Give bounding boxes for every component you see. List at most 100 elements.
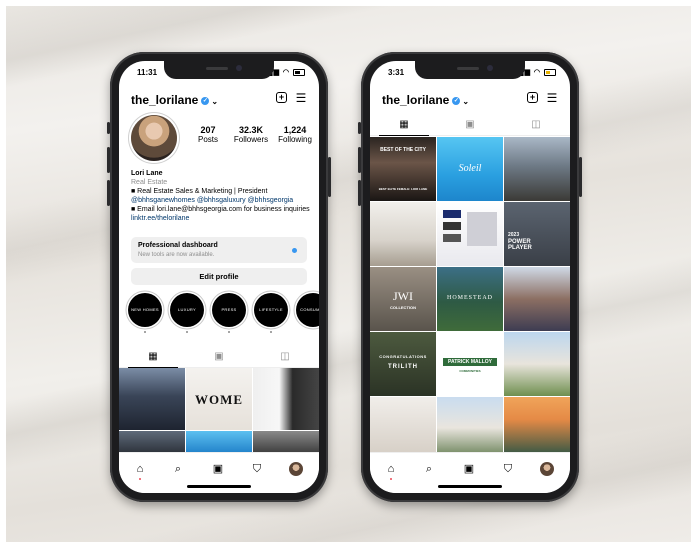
story-highlights: NEW HOMES LUXURY PRESS LIFESTYLE CONSUME…: [119, 293, 319, 333]
username-switcher[interactable]: the_lorilane ✓ ⌄: [131, 93, 218, 107]
notch: [415, 61, 525, 79]
grid-post[interactable]: [119, 368, 185, 430]
grid-post-subtitle: BEST ELITE FEMALE: LORI LANE: [378, 187, 428, 191]
highlight-consumer[interactable]: CONSUMER: [296, 293, 319, 327]
tab-tagged-icon[interactable]: ◫: [277, 351, 293, 362]
notch: [164, 61, 274, 79]
professional-dashboard[interactable]: Professional dashboard New tools are now…: [131, 237, 307, 263]
menu-icon[interactable]: ☰: [295, 92, 307, 104]
notification-dot: [292, 248, 297, 253]
news-clipping: [467, 212, 497, 246]
grid-post[interactable]: 2023 POWER PLAYER: [504, 202, 570, 266]
grid-post[interactable]: [370, 397, 436, 453]
grid-post-title: CONGRATULATIONS: [379, 354, 427, 359]
tab-underline: [379, 134, 429, 136]
verified-icon: ✓: [201, 96, 210, 105]
marble-background: [6, 6, 691, 542]
post-grid: WOME: [119, 368, 319, 454]
reels-icon[interactable]: ▣: [211, 462, 225, 476]
bio-tags[interactable]: @bhhsganewhomes @bhhsgaluxury @bhhsgeorg…: [131, 196, 313, 205]
bio-name: Lori Lane: [131, 170, 163, 177]
phone-right: 3:31 ▂▄▆ ◠ the_lorilane ✓ ⌄ + ☰ ▦ ▣ ◫ BEST…: [358, 52, 582, 502]
screen-right: 3:31 ▂▄▆ ◠ the_lorilane ✓ ⌄ + ☰ ▦ ▣ ◫ BEST…: [370, 61, 570, 493]
stat-posts[interactable]: 207 Posts: [189, 125, 227, 144]
grid-post[interactable]: PATRICK MALLOY COMMUNITIES: [437, 332, 503, 396]
grid-post[interactable]: [186, 431, 252, 454]
home-indicator: [187, 485, 251, 488]
highlight-lifestyle[interactable]: LIFESTYLE: [254, 293, 288, 327]
grid-post-subtitle: TRILITH: [388, 364, 418, 370]
highlight-luxury[interactable]: LUXURY: [170, 293, 204, 327]
grid-post[interactable]: HOMESTEAD: [437, 267, 503, 331]
profile-stats: 207 Posts 32.3K Followers 1,224 Following: [189, 125, 314, 151]
home-icon[interactable]: ⌂: [384, 462, 398, 476]
grid-post[interactable]: BEST OF THE CITY BEST ELITE FEMALE: LORI…: [370, 137, 436, 201]
bio-category: Real Estate: [131, 179, 168, 186]
search-icon[interactable]: ⌕: [171, 462, 185, 476]
create-post-icon[interactable]: +: [527, 92, 538, 103]
grid-post-title: PATRICK MALLOY: [448, 359, 492, 365]
news-logo-icon: [443, 210, 461, 218]
chevron-down-icon: ⌄: [462, 97, 470, 106]
profile-avatar-icon[interactable]: [289, 462, 303, 476]
volume-down-button: [107, 180, 110, 206]
post-grid: BEST OF THE CITY BEST ELITE FEMALE: LORI…: [370, 137, 570, 453]
tab-tagged-icon[interactable]: ◫: [528, 119, 544, 130]
edit-profile-button[interactable]: Edit profile: [131, 268, 307, 285]
grid-post[interactable]: [504, 267, 570, 331]
grid-post[interactable]: Soleil: [437, 137, 503, 201]
grid-post[interactable]: [119, 431, 185, 454]
tab-grid-icon[interactable]: ▦: [145, 351, 161, 362]
grid-post[interactable]: [504, 137, 570, 201]
tab-grid-icon[interactable]: ▦: [396, 119, 412, 130]
screen-left: 11:31 ▂▄▆ ◠ the_lorilane ✓ ⌄ + ☰ 207 Posts …: [119, 61, 319, 493]
highlight-new-homes[interactable]: NEW HOMES: [128, 293, 162, 327]
highlight-press[interactable]: PRESS: [212, 293, 246, 327]
tab-reels-icon[interactable]: ▣: [211, 351, 227, 362]
grid-post[interactable]: CONGRATULATIONS TRILITH: [370, 332, 436, 396]
bottom-nav: ⌂ ⌕ ▣ ⛉: [119, 452, 319, 493]
power-button: [328, 157, 331, 197]
profile-avatar-icon[interactable]: [540, 462, 554, 476]
status-time: 3:31: [388, 68, 405, 77]
stat-following[interactable]: 1,224 Following: [275, 125, 315, 144]
create-post-icon[interactable]: +: [276, 92, 287, 103]
shop-icon[interactable]: ⛉: [250, 462, 264, 476]
chevron-down-icon: ⌄: [211, 97, 219, 106]
grid-post[interactable]: [253, 431, 319, 454]
home-indicator: [438, 485, 502, 488]
tab-reels-icon[interactable]: ▣: [462, 119, 478, 130]
bio-email: ■ Email lori.lane@bhhsgeorgia.com for bu…: [131, 206, 310, 213]
volume-up-button: [107, 147, 110, 173]
battery-icon: [544, 68, 556, 76]
news-logo-icon: [443, 234, 461, 242]
volume-down-button: [358, 180, 361, 206]
mute-switch: [107, 122, 110, 134]
shop-icon[interactable]: ⛉: [501, 462, 515, 476]
reels-icon[interactable]: ▣: [462, 462, 476, 476]
profile-avatar[interactable]: [131, 115, 177, 161]
stat-followers[interactable]: 32.3K Followers: [229, 125, 273, 144]
profile-tabs: ▦ ▣ ◫: [119, 349, 319, 368]
grid-post[interactable]: [504, 332, 570, 396]
grid-post[interactable]: [370, 202, 436, 266]
dashboard-title: Professional dashboard: [138, 242, 218, 249]
bottom-nav: ⌂ ⌕ ▣ ⛉: [370, 452, 570, 493]
search-icon[interactable]: ⌕: [422, 462, 436, 476]
username-switcher[interactable]: the_lorilane ✓ ⌄: [382, 93, 469, 107]
grid-post[interactable]: [504, 397, 570, 453]
grid-post[interactable]: JWI COLLECTION: [370, 267, 436, 331]
grid-post-year: 2023: [508, 232, 520, 238]
username: the_lorilane: [382, 93, 450, 107]
verified-icon: ✓: [452, 96, 461, 105]
grid-post[interactable]: [437, 202, 503, 266]
home-icon[interactable]: ⌂: [133, 462, 147, 476]
grid-post[interactable]: [437, 397, 503, 453]
menu-icon[interactable]: ☰: [546, 92, 558, 104]
bio-link[interactable]: linktr.ee/thelorilane: [131, 214, 313, 223]
dashboard-subtitle: New tools are now available.: [138, 252, 215, 258]
news-logo-icon: [443, 222, 461, 230]
grid-post[interactable]: WOME: [186, 368, 252, 430]
profile-bio: Lori Lane Real Estate ■ Real Estate Sale…: [131, 169, 313, 223]
grid-post[interactable]: [253, 368, 319, 430]
